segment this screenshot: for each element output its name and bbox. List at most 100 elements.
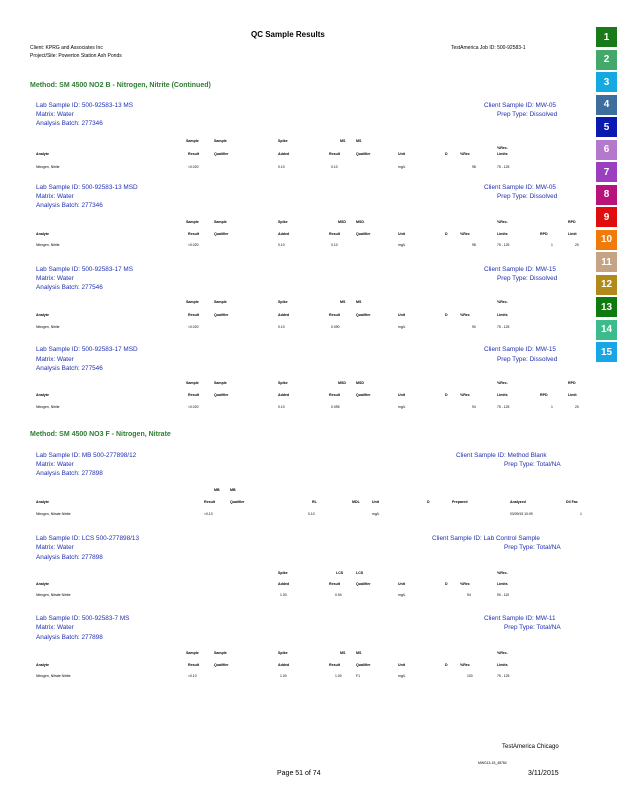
section-tab-14[interactable]: 14 [596, 319, 617, 340]
lab-sample-id: Lab Sample ID: 500-92583-17 MSD [36, 346, 138, 353]
prep-type: Prep Type: Total/NA [504, 624, 561, 631]
rec-value: 100 [467, 674, 473, 678]
col-d: D [427, 500, 430, 504]
client-name: Client: KPRG and Associates Inc [30, 45, 103, 51]
analysis-batch: Analysis Batch: 277898 [36, 470, 103, 477]
col-result: Result [188, 313, 199, 317]
section-tab-11[interactable]: 11 [596, 252, 617, 272]
analyte-name: Nitrogen, Nitrite [36, 405, 60, 409]
section-tab-7[interactable]: 7 [596, 162, 617, 182]
footer-lab-name: TestAmerica Chicago [502, 744, 559, 750]
col-result: Result [329, 393, 340, 397]
col-analyte: Analyte [36, 500, 49, 504]
client-sample-id: Client Sample ID: MW-11 [484, 615, 556, 622]
col-limits: Limits [497, 313, 508, 317]
col-sample: Sample [214, 220, 227, 224]
rpd-limit: 20 [575, 405, 579, 409]
col-added: Added [278, 582, 290, 586]
col-unit: Unit [398, 313, 405, 317]
section-tab-13[interactable]: 13 [596, 297, 617, 317]
col-ms: MS [356, 651, 362, 655]
rec-value: 94 [467, 593, 471, 597]
col-qualifier: Qualifier [356, 313, 371, 317]
prep-type: Prep Type: Dissolved [497, 275, 558, 282]
col-d: D [445, 663, 448, 667]
section-tab-1[interactable]: 1 [596, 27, 617, 47]
prep-type: Prep Type: Total/NA [504, 544, 561, 551]
col-added: Added [278, 232, 290, 236]
col-sample: Sample [214, 300, 227, 304]
spike-added: 1.00 [280, 674, 287, 678]
col-spike: Spike [278, 300, 288, 304]
col-sample: Sample [214, 139, 227, 143]
col-unit: Unit [398, 152, 405, 156]
col-rec: %Rec. [497, 220, 508, 224]
unit: mg/L [398, 165, 406, 169]
analyte-name: Nitrogen, Nitrite [36, 325, 60, 329]
col-added: Added [278, 663, 290, 667]
spike-added: 0.10 [278, 325, 285, 329]
col-rec: %Rec. [497, 146, 508, 150]
col-qualifier: Qualifier [230, 500, 245, 504]
analysis-batch: Analysis Batch: 277546 [36, 284, 103, 291]
col-rec: %Rec. [497, 300, 508, 304]
section-tab-10[interactable]: 10 [596, 229, 617, 250]
col-limit: Limit [568, 232, 577, 236]
col-ms: MS [356, 139, 362, 143]
col-rpd: RPD [540, 393, 548, 397]
section-tab-5[interactable]: 5 [596, 117, 617, 137]
col-ms: MS [340, 139, 346, 143]
rec-limits: 90 - 110 [497, 593, 510, 597]
analysis-batch: Analysis Batch: 277346 [36, 202, 103, 209]
col-rec: %Rec. [497, 381, 508, 385]
col-qualifier: Qualifier [214, 393, 229, 397]
analysis-batch: Analysis Batch: 277898 [36, 554, 103, 561]
col-sample: Sample [214, 651, 227, 655]
col-rec: %Rec [460, 582, 470, 586]
col-rec: %Rec. [497, 651, 508, 655]
lcs-result: 0.94 [335, 593, 342, 597]
col-unit: Unit [398, 663, 405, 667]
col-spike: Spike [278, 651, 288, 655]
col-rec: %Rec [460, 393, 470, 397]
rec-limits: 75 - 125 [497, 243, 510, 247]
col-added: Added [278, 152, 290, 156]
section-tab-4[interactable]: 4 [596, 94, 617, 115]
section-tab-15[interactable]: 15 [596, 342, 617, 362]
col-prepared: Prepared [452, 500, 468, 504]
ms-result: 1.00 [335, 674, 342, 678]
col-limits: Limits [497, 393, 508, 397]
client-sample-id: Client Sample ID: MW-15 [484, 346, 556, 353]
matrix: Matrix: Water [36, 275, 74, 282]
section-tab-6[interactable]: 6 [596, 139, 617, 160]
col-result: Result [329, 582, 340, 586]
lab-sample-id: Lab Sample ID: 500-92583-17 MS [36, 266, 133, 273]
section-tab-12[interactable]: 12 [596, 274, 617, 295]
section-tab-3[interactable]: 3 [596, 72, 617, 92]
col-d: D [445, 313, 448, 317]
rpd-limit: 20 [575, 243, 579, 247]
col-d: D [445, 582, 448, 586]
section-tab-9[interactable]: 9 [596, 207, 617, 227]
col-rec: %Rec [460, 152, 470, 156]
lab-sample-id: Lab Sample ID: 500-92583-7 MS [36, 615, 130, 622]
footer-date: 3/11/2015 [528, 770, 559, 777]
col-limit: Limit [568, 393, 577, 397]
col-unit: Unit [398, 393, 405, 397]
col-qualifier: Qualifier [356, 582, 371, 586]
col-sample: Sample [186, 651, 199, 655]
rec-limits: 75 - 125 [497, 674, 510, 678]
col-result: Result [188, 232, 199, 236]
section-tab-8[interactable]: 8 [596, 184, 617, 205]
analyte-name: Nitrogen, Nitrite [36, 165, 60, 169]
col-spike: Spike [278, 381, 288, 385]
unit: mg/L [398, 593, 406, 597]
col-analyte: Analyte [36, 582, 49, 586]
col-sample: Sample [186, 381, 199, 385]
rec-limits: 75 - 125 [497, 325, 510, 329]
section-tab-2[interactable]: 2 [596, 49, 617, 70]
sample-result: <0.020 [188, 405, 199, 409]
client-sample-id: Client Sample ID: Lab Control Sample [432, 535, 540, 542]
lab-sample-id: Lab Sample ID: 500-92583-13 MS [36, 102, 133, 109]
qualifier-value: F1 [356, 674, 360, 678]
